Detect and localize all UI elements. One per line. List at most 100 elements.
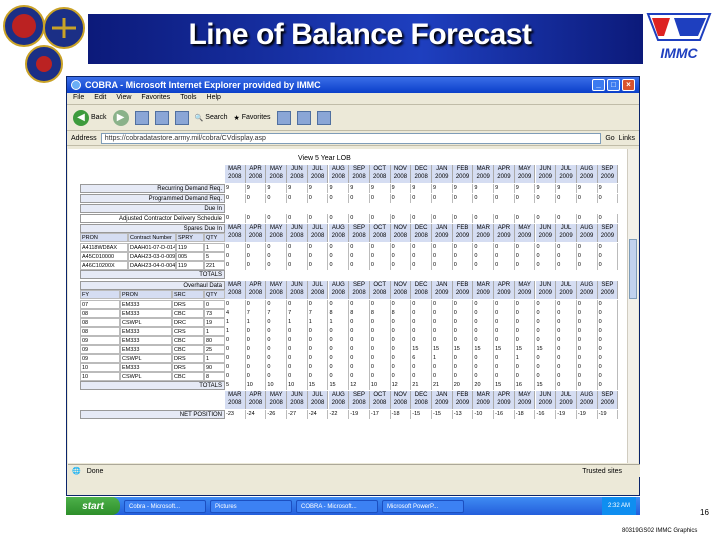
search-button[interactable]: 🔍 Search <box>195 114 228 122</box>
top-month-7: OCT 2008 <box>369 165 391 183</box>
adjusted-cell: 0 <box>390 214 412 223</box>
overhaul-month-7: OCT 2008 <box>369 281 391 299</box>
minimize-button[interactable]: _ <box>592 79 605 91</box>
close-button[interactable]: × <box>622 79 635 91</box>
system-tray-clock: 2:32 AM <box>601 497 636 515</box>
spares-row-0-val-cell: 0 <box>307 243 329 252</box>
net-position-cell: -27 <box>287 410 308 419</box>
net-position-cell: -23 <box>225 410 246 419</box>
overhaul-row-0-val-cell: 0 <box>349 300 370 309</box>
home-icon[interactable] <box>174 110 189 125</box>
overhaul-row-7-3: 90 <box>204 363 225 372</box>
mail-icon[interactable] <box>296 110 311 125</box>
adjusted-cell: 0 <box>225 214 246 223</box>
back-button[interactable]: ◀ Back <box>73 109 107 126</box>
refresh-icon[interactable] <box>154 110 169 125</box>
overhaul-row-4-0: 09 <box>80 336 120 345</box>
overhaul-month-15: JUN 2009 <box>535 281 557 299</box>
overhaul-row-5-val-cell: 0 <box>307 345 329 354</box>
taskbar-item-cobra[interactable]: Cobra - Microsoft... <box>124 499 206 513</box>
overhaul-row-3-val-cell: 0 <box>535 327 557 336</box>
spares-header-3: QTY <box>204 233 225 242</box>
spares-row-0-val-cell: 0 <box>245 243 267 252</box>
go-button[interactable]: Go <box>605 135 614 142</box>
stop-icon[interactable] <box>134 110 149 125</box>
forward-button[interactable]: ▶ <box>112 109 129 126</box>
menu-help[interactable]: Help <box>207 94 221 103</box>
spares-row-0-val-cell: 0 <box>369 243 391 252</box>
overhaul-row-4-val-cell: 0 <box>266 336 288 345</box>
overhaul-row-6-val-cell: 0 <box>556 354 577 363</box>
favorites-button[interactable]: ★ Favorites <box>233 114 270 122</box>
overhaul-row-5-2: CBC <box>172 345 204 354</box>
menu-edit[interactable]: Edit <box>94 94 106 103</box>
overhaul-row-0-val-cell: 0 <box>245 300 267 309</box>
menu-view[interactable]: View <box>116 94 131 103</box>
taskbar-item-powerpoint[interactable]: Microsoft PowerP... <box>382 499 464 513</box>
net-month-3: JUN 2008 <box>287 391 308 409</box>
spares-row-1-val-cell: 0 <box>473 252 495 261</box>
history-icon[interactable] <box>276 110 291 125</box>
overhaul-row-5-val-cell: 0 <box>287 345 308 354</box>
spares-row-2-1: DAAH23-04-0-0048 <box>128 261 176 270</box>
top-month-5: AUG 2008 <box>328 165 350 183</box>
start-button[interactable]: start <box>66 497 120 515</box>
spares-row-0-val-cell: 0 <box>349 243 370 252</box>
net-position-cell: -15 <box>432 410 453 419</box>
maximize-button[interactable]: □ <box>607 79 620 91</box>
spares-header-2: SPRY <box>176 233 204 242</box>
overhaul-row-6-val-cell: 0 <box>287 354 308 363</box>
overhaul-row-4-1: EM333 <box>120 336 172 345</box>
overhaul-row-2-val-cell: 1 <box>307 318 329 327</box>
browser-window: COBRA - Microsoft Internet Explorer prov… <box>66 76 640 496</box>
overhaul-row-0-val-cell: 0 <box>432 300 453 309</box>
menu-file[interactable]: File <box>73 94 84 103</box>
overhaul-row-1-val-cell: 0 <box>597 309 619 318</box>
print-icon[interactable] <box>316 110 331 125</box>
vertical-scrollbar[interactable] <box>627 149 638 463</box>
net-month-4: JUL 2008 <box>307 391 329 409</box>
overhaul-row-4-val-cell: 0 <box>556 336 577 345</box>
overhaul-row-8-val-cell: 0 <box>452 372 474 381</box>
overhaul-row-8-val-cell: 0 <box>349 372 370 381</box>
top-month-12: MAR 2009 <box>473 165 495 183</box>
programmed-cell: 0 <box>452 194 474 203</box>
spares-row-1-val-cell: 0 <box>266 252 288 261</box>
overhaul-row-7-val-cell: 0 <box>390 363 412 372</box>
overhaul-row-8-val-cell: 0 <box>369 372 391 381</box>
spares-header-0: PRON <box>80 233 128 242</box>
taskbar-item-pictures[interactable]: Pictures <box>210 499 292 513</box>
overhaul-row-0-val-cell: 0 <box>514 300 536 309</box>
menu-favorites[interactable]: Favorites <box>141 94 170 103</box>
overhaul-row-8-val-cell: 0 <box>328 372 350 381</box>
spares-row-1-val-cell: 0 <box>328 252 350 261</box>
overhaul-month-16: JUL 2009 <box>556 281 577 299</box>
spares-month-8: NOV 2008 <box>390 224 412 242</box>
overhaul-totals-cell: 5 <box>225 381 246 390</box>
top-month-3: JUN 2008 <box>287 165 308 183</box>
top-month-16: JUL 2009 <box>556 165 577 183</box>
menu-tools[interactable]: Tools <box>180 94 196 103</box>
overhaul-row-3-val-cell: 0 <box>369 327 391 336</box>
links-button[interactable]: Links <box>619 135 635 142</box>
overhaul-totals-cell: 20 <box>452 381 474 390</box>
programmed-cell: 0 <box>411 194 432 203</box>
overhaul-row-7-val-cell: 0 <box>411 363 432 372</box>
address-input[interactable]: https://cobradatastore.army.mil/cobra/CV… <box>100 132 602 144</box>
overhaul-row-1-val-cell: 7 <box>266 309 288 318</box>
net-position-cell: -24 <box>307 410 329 419</box>
overhaul-row-7-val-cell: 0 <box>349 363 370 372</box>
overhaul-row-5-val-cell: 15 <box>411 345 432 354</box>
overhaul-row-6-2: DRS <box>172 354 204 363</box>
overhaul-row-2-3: 19 <box>204 318 225 327</box>
overhaul-row-1-val-cell: 0 <box>432 309 453 318</box>
recurring-cell: 9 <box>287 184 308 193</box>
overhaul-row-0-val-cell: 0 <box>556 300 577 309</box>
overhaul-month-12: MAR 2009 <box>473 281 495 299</box>
scrollbar-thumb[interactable] <box>629 239 637 299</box>
adjusted-cell: 0 <box>597 214 619 223</box>
overhaul-row-0-val-cell: 0 <box>266 300 288 309</box>
spares-row-0-val-cell: 0 <box>514 243 536 252</box>
taskbar-item-cobra-2[interactable]: COBRA - Microsoft... <box>296 499 378 513</box>
net-month-5: AUG 2008 <box>328 391 350 409</box>
